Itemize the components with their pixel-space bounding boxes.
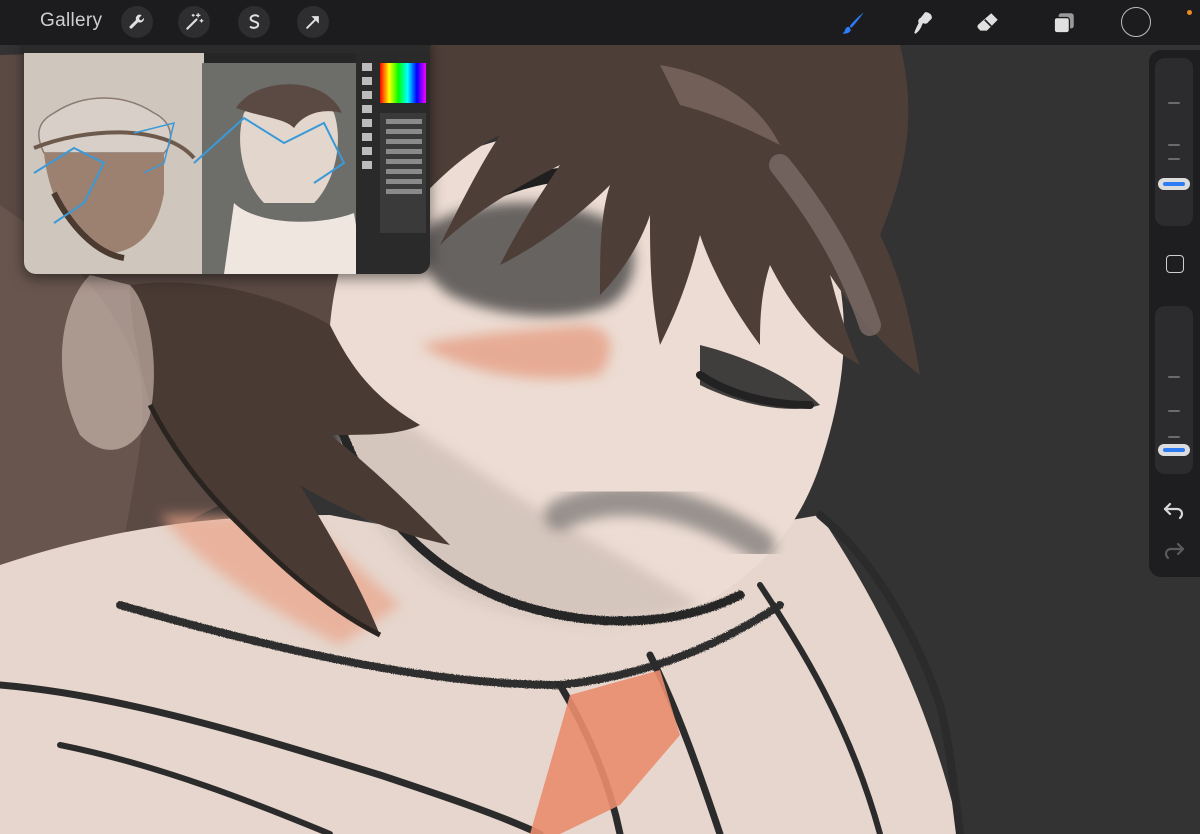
slider-tick — [1168, 376, 1180, 378]
selection-s-icon — [249, 14, 260, 29]
transform-button[interactable] — [297, 6, 329, 38]
opacity-thumb[interactable] — [1158, 444, 1190, 456]
smudge-icon — [914, 12, 932, 34]
square-modifier-icon[interactable] — [1166, 255, 1184, 273]
opacity-slider[interactable] — [1155, 306, 1193, 474]
left-ear — [61, 275, 154, 450]
status-dot — [1187, 10, 1192, 15]
brush-icon — [842, 12, 864, 34]
gallery-button[interactable]: Gallery — [40, 10, 102, 32]
arrow-icon — [306, 16, 319, 29]
slider-tick — [1168, 158, 1180, 160]
adjustments-button[interactable] — [178, 6, 210, 38]
slider-tick — [1168, 102, 1180, 104]
actions-button[interactable] — [121, 6, 153, 38]
thumb-accent — [1163, 182, 1185, 186]
brush-size-slider[interactable] — [1155, 58, 1193, 226]
smudge-button[interactable] — [906, 6, 940, 40]
color-circle-icon[interactable] — [1121, 7, 1151, 37]
slider-tick — [1168, 410, 1180, 412]
thumb-accent — [1163, 448, 1185, 452]
wrench-icon — [129, 14, 145, 29]
selection-button[interactable] — [238, 6, 270, 38]
redo-icon[interactable] — [1162, 538, 1186, 562]
brush-size-thumb[interactable] — [1158, 178, 1190, 190]
reference-content — [24, 53, 430, 274]
slider-tick — [1168, 436, 1180, 438]
right-sidebar — [1149, 50, 1200, 577]
magic-wand-icon — [186, 13, 204, 30]
brush-button[interactable] — [836, 6, 870, 40]
layers-button[interactable] — [1047, 6, 1081, 40]
undo-icon[interactable] — [1162, 498, 1186, 522]
reference-tabbar — [24, 45, 430, 53]
reference-window[interactable] — [24, 32, 430, 274]
slider-tick — [1168, 144, 1180, 146]
layers-icon — [1053, 13, 1074, 34]
eraser-button[interactable] — [971, 6, 1005, 40]
eraser-icon — [977, 13, 998, 31]
top-toolbar: Gallery — [0, 0, 1200, 45]
